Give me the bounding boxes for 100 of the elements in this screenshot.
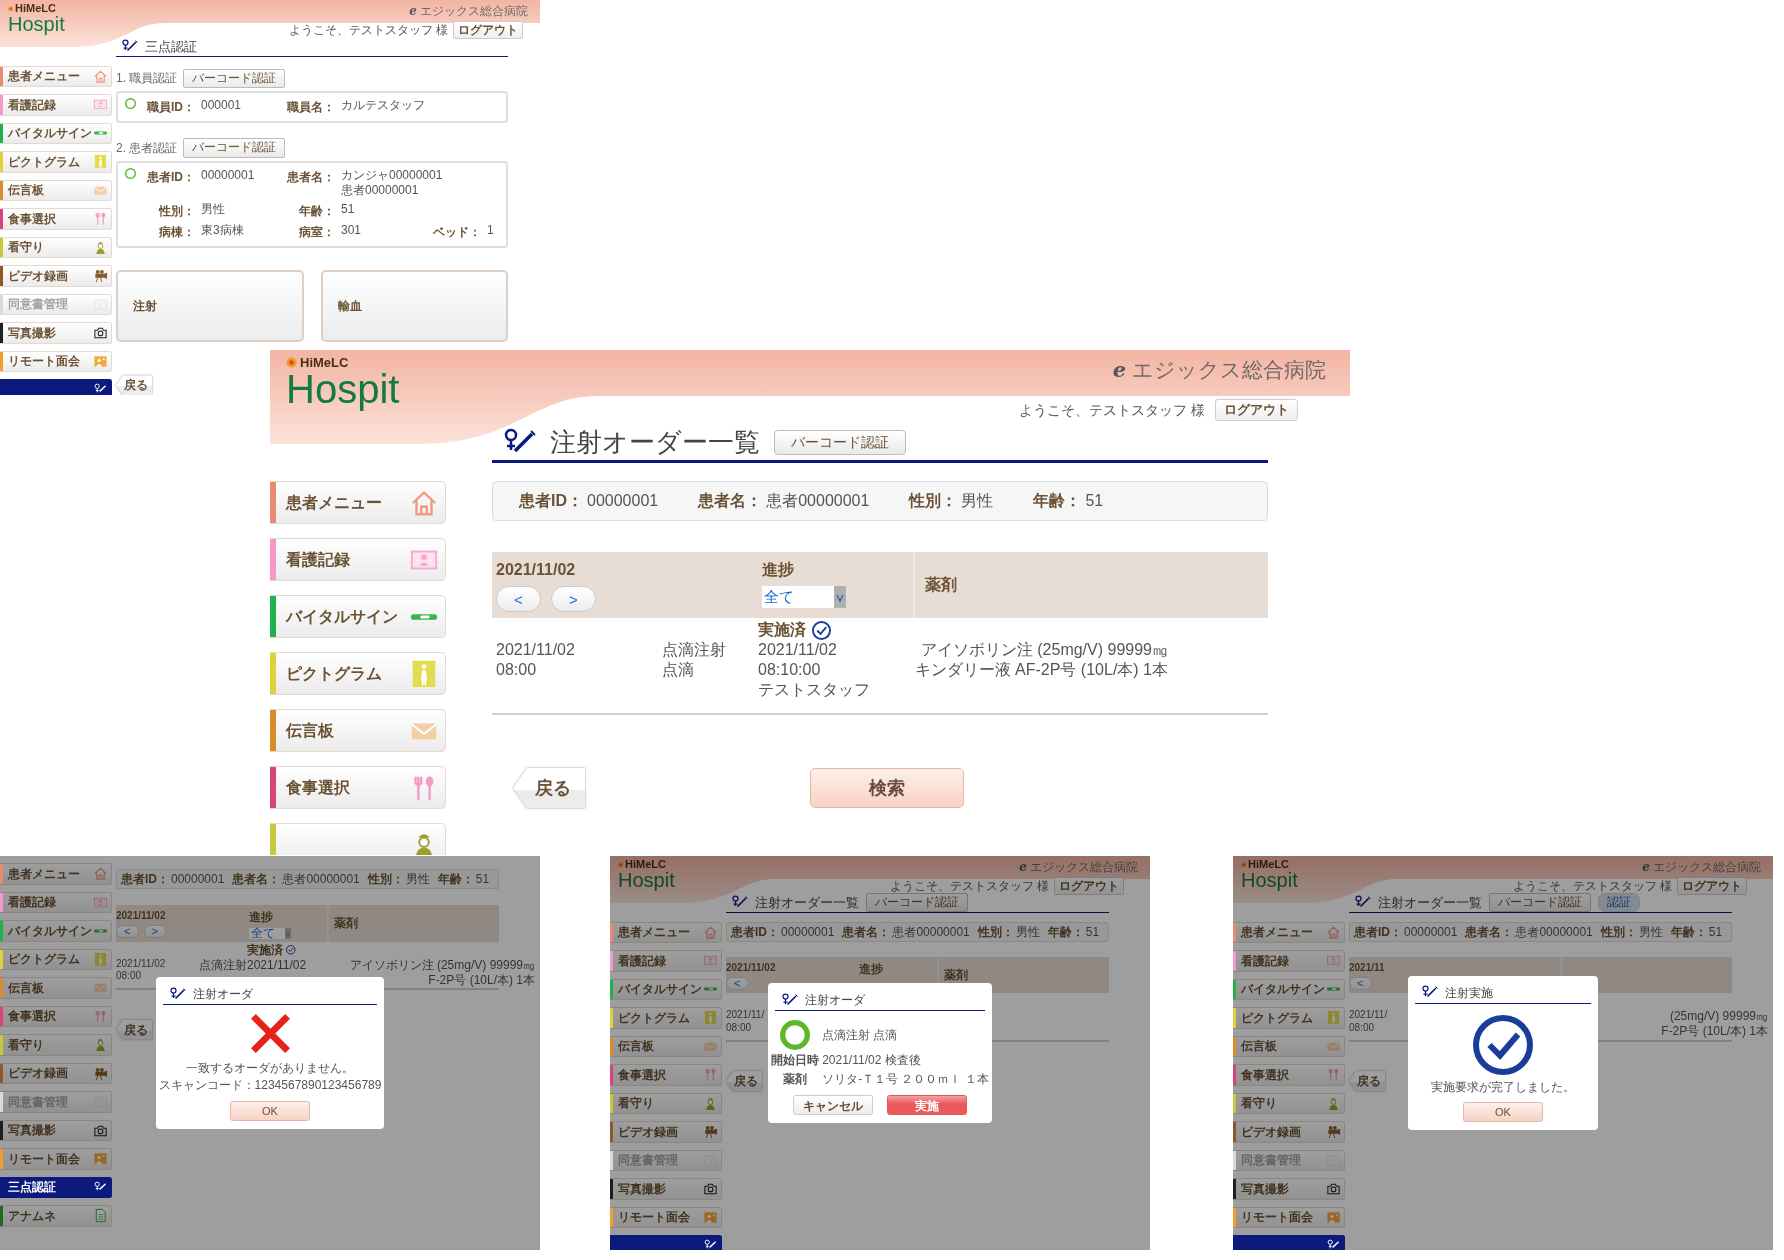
sidebar-item[interactable]: 看守り (0, 236, 112, 258)
sidebar-item[interactable]: アナムネ (0, 1205, 112, 1227)
sidebar-item[interactable]: バイタルサイン (0, 122, 112, 144)
sidebar-item[interactable]: 写真撮影 (1233, 1178, 1345, 1200)
sidebar-item[interactable]: ピクトグラム (0, 151, 112, 173)
ok-button[interactable]: OK (1463, 1102, 1543, 1123)
sidebar-item[interactable]: 伝言板 (270, 709, 446, 752)
fork-spoon-icon (93, 1008, 108, 1024)
sidebar-item[interactable]: ピクトグラム (0, 948, 112, 970)
sidebar-item[interactable]: リモート面会 (1233, 1206, 1345, 1228)
title-button[interactable]: バーコード認証 (866, 892, 968, 913)
brand-name: HiMeLC (1248, 859, 1289, 870)
nav-button[interactable]: < (116, 924, 139, 938)
table-cell: 点滴注射 点滴 (662, 640, 726, 680)
nav-button[interactable]: < (1349, 977, 1372, 990)
dialog-message: 実施要求が完了しました。 (1431, 1078, 1575, 1096)
sidebar-item[interactable]: ピクトグラム (610, 1007, 722, 1029)
sidebar-item[interactable]: リモート面会 (0, 350, 112, 372)
back-button[interactable]: 戻る (116, 375, 152, 395)
nav-button[interactable]: > (551, 586, 596, 612)
sidebar-item[interactable]: 患者メニュー (0, 863, 112, 885)
status-label: 実施済 (247, 942, 283, 958)
sidebar-item[interactable]: 看護記録 (610, 950, 722, 972)
sidebar-item[interactable]: 看守り (610, 1092, 722, 1114)
sidebar-item[interactable]: 患者メニュー (0, 65, 112, 87)
sidebar-item[interactable]: バイタルサイン (0, 920, 112, 942)
field-value: 男性 (1638, 923, 1663, 941)
sidebar-item[interactable]: 伝言板 (0, 179, 112, 201)
hospital-name: エジックス総合病院 (420, 3, 528, 20)
action-tile[interactable]: 輸血 (320, 269, 508, 343)
sidebar-item[interactable]: バイタルサイン (270, 595, 446, 638)
sidebar-item[interactable]: 看護記録 (1233, 950, 1345, 972)
sidebar-item[interactable]: 患者メニュー (1233, 921, 1345, 943)
sidebar-item[interactable]: ビデオ録画 (0, 1062, 112, 1084)
sidebar-item[interactable]: ビデオ録画 (1233, 1121, 1345, 1143)
sidebar-item[interactable]: 食事選択 (1233, 1064, 1345, 1086)
sidebar-item[interactable]: 看守り (1233, 1092, 1345, 1114)
field-label: 性別： (367, 871, 404, 888)
logout-button[interactable]: ログアウト (1215, 399, 1298, 421)
nav-button[interactable]: > (143, 924, 166, 938)
key-syringe-icon (703, 1238, 718, 1250)
sidebar-item[interactable]: 写真撮影 (0, 322, 112, 344)
title-button[interactable]: バーコード認証 (774, 430, 906, 455)
fork-spoon-icon (1326, 1067, 1341, 1083)
sidebar-item[interactable]: ピクトグラム (1233, 1007, 1345, 1029)
cancel-button[interactable]: キャンセル (793, 1095, 873, 1115)
nav-button[interactable]: < (726, 977, 749, 990)
sidebar-item[interactable]: 写真撮影 (0, 1119, 112, 1141)
page-title: 注射オーダー一覧 (755, 893, 859, 912)
sidebar-item[interactable] (270, 823, 446, 855)
sidebar-item[interactable]: 患者メニュー (270, 481, 446, 524)
column-header: 薬剤 (943, 967, 969, 984)
sidebar-item[interactable]: 写真撮影 (610, 1178, 722, 1200)
back-button[interactable]: 戻る (1349, 1071, 1385, 1091)
date-label: 2021/11/02 (726, 961, 777, 975)
barcode-button[interactable]: バーコード認証 (183, 138, 286, 158)
confirm-button[interactable]: 実施 (887, 1095, 967, 1115)
sidebar-item[interactable]: 看護記録 (0, 891, 112, 913)
sidebar-item[interactable]: 看護記録 (0, 94, 112, 116)
field-value: 51 (475, 871, 490, 888)
sidebar-item[interactable]: 食事選択 (0, 208, 112, 230)
sidebar-item[interactable]: リモート面会 (0, 1148, 112, 1170)
sidebar-item[interactable]: ビデオ録画 (0, 265, 112, 287)
brand-name: HiMeLC (300, 356, 349, 369)
nurse-icon (1326, 1095, 1341, 1111)
title-button[interactable]: バーコード認証 (1489, 892, 1591, 913)
sidebar-item[interactable]: 三点認証 (0, 1176, 112, 1198)
sidebar-item[interactable]: 患者メニュー (610, 921, 722, 943)
sidebar-item[interactable]: ビデオ録画 (610, 1121, 722, 1143)
movie-camera-icon (703, 1124, 718, 1140)
nav-button[interactable]: < (496, 586, 541, 612)
sidebar-item[interactable]: 伝言板 (1233, 1035, 1345, 1057)
sidebar-item[interactable]: 食事選択 (610, 1064, 722, 1086)
filter-select[interactable]: 全て (249, 927, 291, 939)
search-button[interactable]: 検索 (810, 768, 964, 808)
pill-button[interactable]: 認証 (1598, 892, 1640, 913)
filter-select[interactable]: 全て (762, 586, 846, 608)
sidebar-item[interactable]: 食事選択 (0, 1005, 112, 1027)
sidebar-item[interactable] (0, 379, 112, 395)
sidebar-item[interactable]: 看護記録 (270, 538, 446, 581)
barcode-button[interactable]: バーコード認証 (183, 68, 286, 89)
column-header: 薬剤 (333, 915, 359, 932)
caret-icon (834, 586, 846, 608)
sidebar-item[interactable]: バイタルサイン (610, 978, 722, 1000)
hospital-mark: e (409, 3, 417, 20)
field-value: 男性 (1015, 923, 1040, 941)
sidebar-item[interactable]: リモート面会 (610, 1206, 722, 1228)
field-label: 病室： (298, 223, 335, 241)
check-circle-icon (1473, 1014, 1533, 1075)
sidebar-item[interactable]: 伝言板 (610, 1035, 722, 1057)
section-label: 2. 患者認証 (116, 139, 178, 157)
sidebar-item[interactable]: 看守り (0, 1034, 112, 1056)
sidebar-item[interactable]: バイタルサイン (1233, 978, 1345, 1000)
sidebar-item[interactable]: 伝言板 (0, 977, 112, 999)
ok-button[interactable]: OK (230, 1100, 310, 1121)
movie-camera-icon (1326, 1124, 1341, 1140)
sidebar-item[interactable]: ピクトグラム (270, 652, 446, 695)
back-button[interactable]: 戻る (726, 1071, 762, 1091)
action-tile[interactable]: 注射 (116, 269, 304, 343)
sidebar-item[interactable]: 食事選択 (270, 766, 446, 809)
